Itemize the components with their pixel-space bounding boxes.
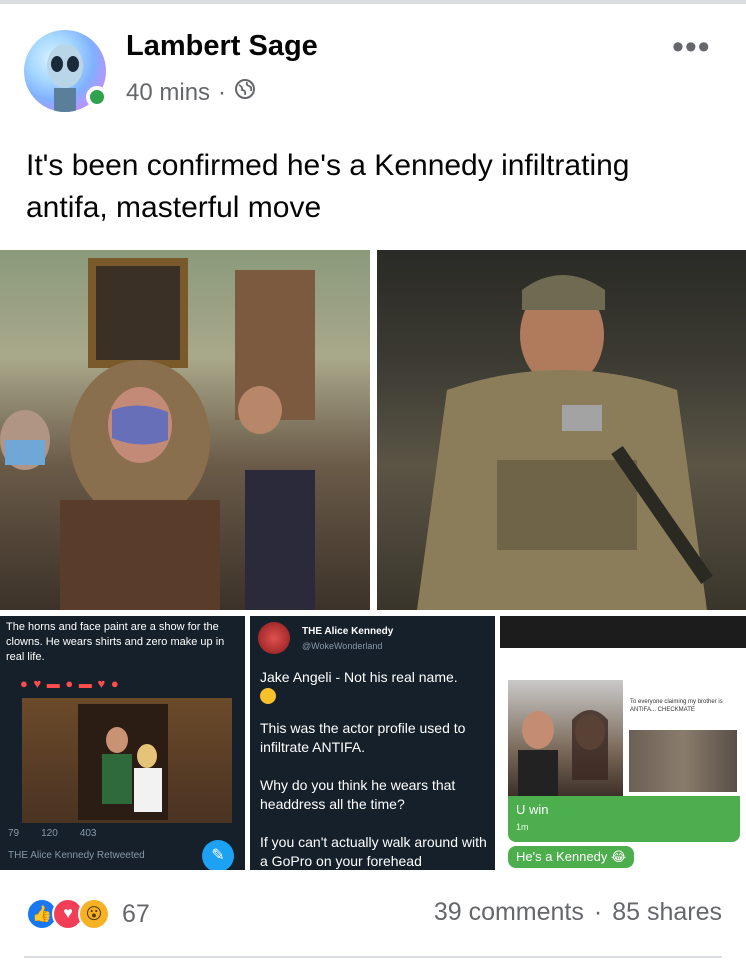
footer-divider xyxy=(24,956,722,958)
like-count[interactable]: 403 xyxy=(80,828,97,839)
shares-count[interactable]: 85 shares xyxy=(612,898,722,927)
more-icon[interactable]: ••• xyxy=(672,30,711,64)
tweet-avatar xyxy=(258,622,290,654)
retweet-label: THE Alice Kennedy Retweeted xyxy=(8,850,145,861)
counts-separator: · xyxy=(593,898,603,926)
reaction-count: 67 xyxy=(122,899,150,928)
chat-bubble-time: 1m xyxy=(516,822,529,832)
meta-separator: · xyxy=(218,78,227,106)
engagement-counts: 39 comments · 85 shares xyxy=(434,898,722,927)
laughing-emoji-icon xyxy=(260,688,276,704)
tweet-line: If you can't actually walk around with a… xyxy=(260,834,487,869)
tweet-line: Jake Angeli - Not his real name. xyxy=(260,669,458,685)
author-name[interactable]: Lambert Sage xyxy=(126,30,318,63)
chat-photo xyxy=(508,680,623,796)
chat-bubble-second-text: He's a Kennedy xyxy=(516,849,608,864)
tweet-caption: The horns and face paint are a show for … xyxy=(6,621,225,663)
author-avatar[interactable] xyxy=(24,30,108,112)
emoji-row: ● ♥ ▬ ● ▬ ♥ ● xyxy=(20,676,120,691)
tweet-line: This was the actor profile used to infil… xyxy=(260,720,466,755)
post-meta: 40 mins · xyxy=(126,78,256,107)
laughing-emoji-icon: 😂 xyxy=(611,849,627,864)
online-status-dot xyxy=(86,86,108,108)
chat-bubble-second: He's a Kennedy 😂 xyxy=(508,846,635,868)
comments-count[interactable]: 39 comments xyxy=(434,898,584,927)
note-text: To everyone claiming my brother is ANTIF… xyxy=(630,699,723,713)
globe-icon xyxy=(234,78,256,107)
post-time[interactable]: 40 mins xyxy=(126,79,210,107)
top-border xyxy=(0,0,746,4)
tweet-photo xyxy=(22,698,232,823)
tweet-body: Jake Angeli - Not his real name. This wa… xyxy=(260,668,492,870)
tweet-line: Why do you think he wears that headdress… xyxy=(260,777,456,812)
tweet-stats: 79 120 403 xyxy=(8,828,97,839)
chat-bubble: U win 1m xyxy=(508,796,740,842)
compose-icon[interactable]: ✎ xyxy=(202,840,234,870)
chat-note-card: To everyone claiming my brother is ANTIF… xyxy=(624,676,742,796)
wow-icon: 😮 xyxy=(78,898,110,930)
retweet-count[interactable]: 120 xyxy=(41,828,58,839)
post-media[interactable]: The horns and face paint are a show for … xyxy=(0,250,746,870)
note-photo xyxy=(629,730,737,792)
reply-count[interactable]: 79 xyxy=(8,828,19,839)
photo-soldier[interactable] xyxy=(377,250,746,610)
chat-bubble-text: U win xyxy=(516,802,549,817)
screenshot-tweet-middle[interactable]: THE Alice Kennedy @WokeWonderland Jake A… xyxy=(250,616,495,870)
photo-capitol-protester[interactable] xyxy=(0,250,370,610)
tweet-author-handle: @WokeWonderland xyxy=(302,641,383,651)
tweet-author-name: THE Alice Kennedy xyxy=(302,626,394,637)
chat-header xyxy=(500,616,746,648)
screenshot-chat-right[interactable]: To everyone claiming my brother is ANTIF… xyxy=(500,616,746,870)
screenshot-tweet-left[interactable]: The horns and face paint are a show for … xyxy=(0,616,245,870)
reaction-summary[interactable]: 👍 ♥ 😮 67 xyxy=(26,898,150,930)
post-text: It's been confirmed he's a Kennedy infil… xyxy=(26,149,630,224)
